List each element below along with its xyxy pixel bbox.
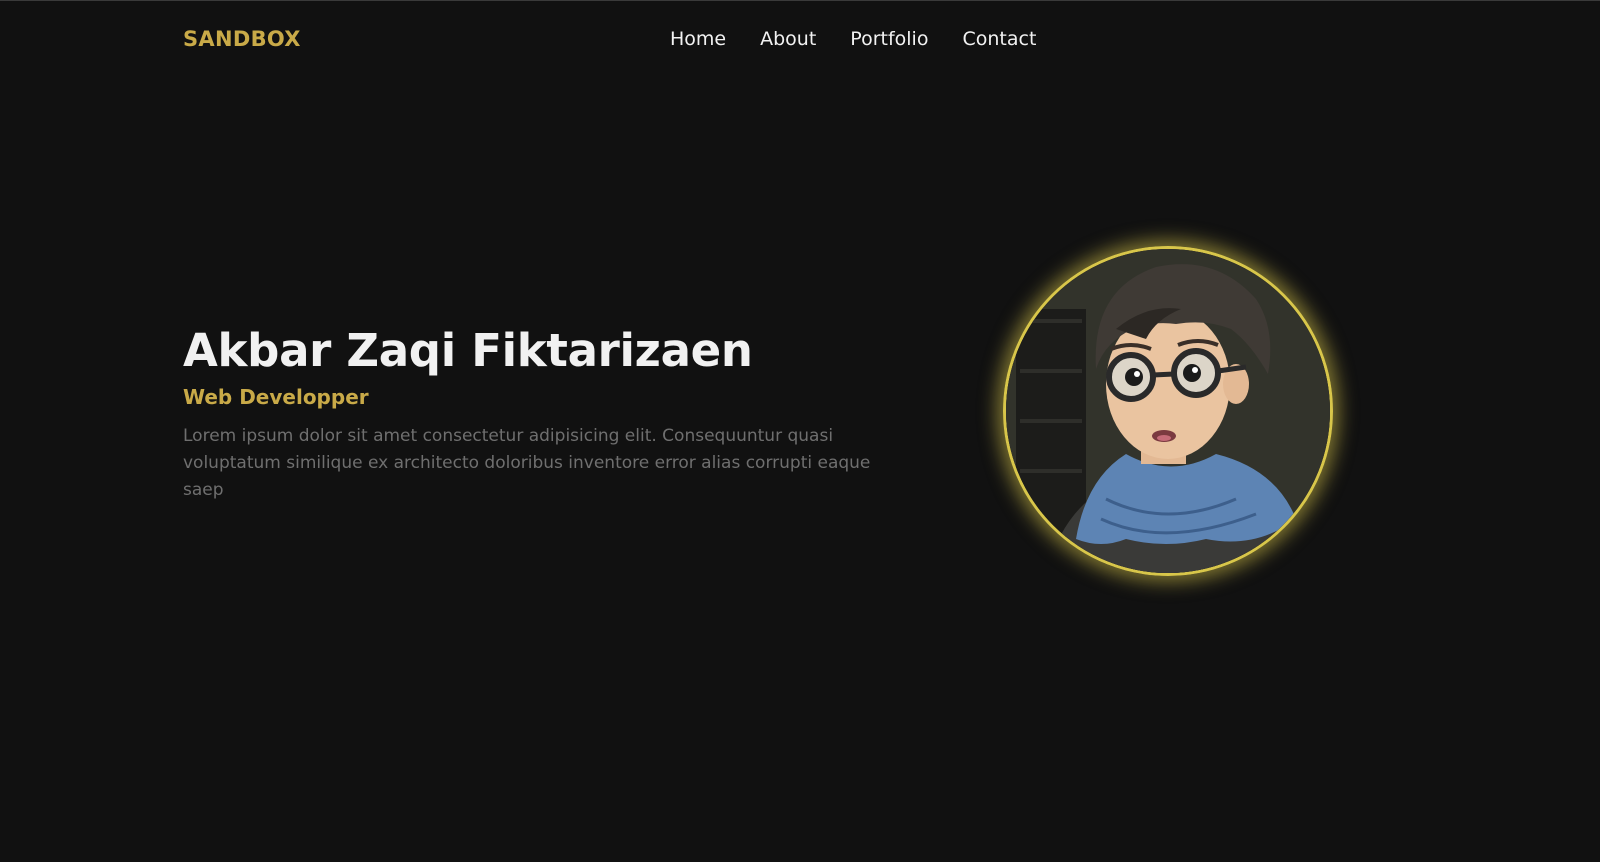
nav-links: Home About Portfolio Contact: [670, 28, 1070, 50]
hero-section: Akbar Zaqi Fiktarizaen Web Developper Lo…: [183, 321, 883, 504]
page: SANDBOX Home About Portfolio Contact Akb…: [0, 0, 1600, 862]
navbar: SANDBOX Home About Portfolio Contact: [0, 1, 1600, 81]
nav-link-home[interactable]: Home: [670, 28, 726, 50]
avatar: [1003, 246, 1333, 576]
hero-name: Akbar Zaqi Fiktarizaen: [183, 324, 753, 377]
nav-link-portfolio[interactable]: Portfolio: [850, 28, 928, 50]
nav-link-about[interactable]: About: [760, 28, 816, 50]
hero-role: Web Developper: [183, 385, 369, 409]
avatar-illustration: [1006, 249, 1330, 573]
nav-link-contact[interactable]: Contact: [962, 28, 1036, 50]
brand-logo[interactable]: SANDBOX: [183, 27, 301, 51]
hero-description: Lorem ipsum dolor sit amet consectetur a…: [183, 426, 871, 500]
